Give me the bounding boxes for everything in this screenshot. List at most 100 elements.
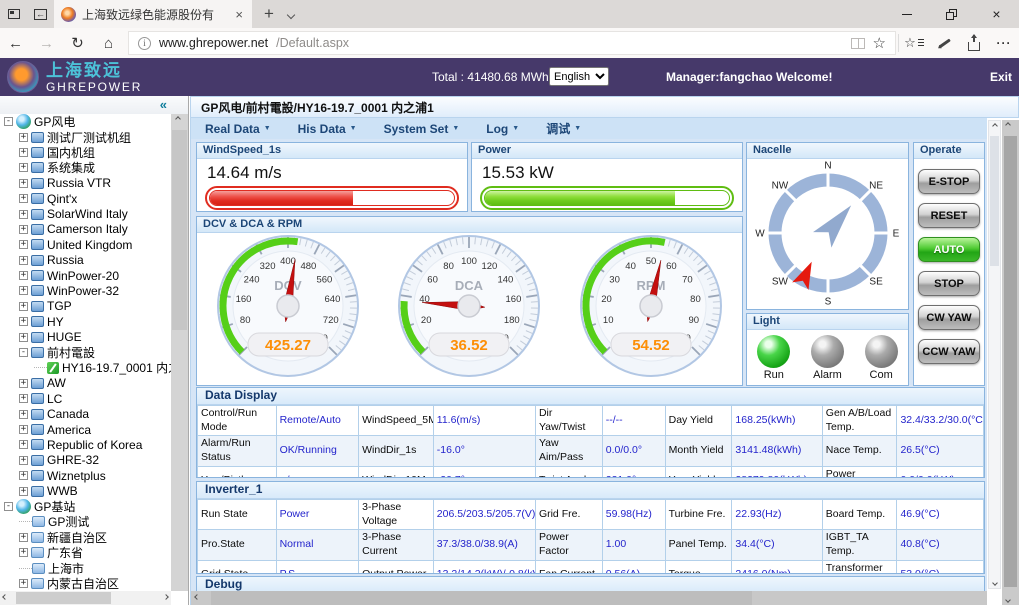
tree-item[interactable]: +Camerson Italy — [0, 222, 171, 237]
tree-expander-icon[interactable]: + — [19, 302, 28, 311]
menu-item-log[interactable]: Log▼ — [486, 122, 519, 136]
close-button[interactable]: × — [974, 0, 1019, 28]
tree-expander-icon[interactable]: + — [19, 256, 28, 265]
language-select[interactable]: English — [549, 67, 609, 86]
tree-item[interactable]: +HY — [0, 314, 171, 329]
reset-button[interactable]: RESET — [918, 203, 980, 228]
tree-expander-icon[interactable]: + — [19, 579, 28, 588]
tree-item[interactable]: +WWB — [0, 483, 171, 498]
tree-expander-icon[interactable]: + — [19, 271, 28, 280]
tree-item[interactable]: +国内机组 — [0, 145, 171, 160]
annotate-pen-icon[interactable] — [929, 28, 959, 58]
ccw-yaw-button[interactable]: CCW YAW — [918, 339, 980, 364]
tree-expander-icon[interactable]: - — [4, 117, 13, 126]
tree-expander-icon[interactable]: + — [19, 440, 28, 449]
auto-button[interactable]: AUTO — [918, 237, 980, 262]
sidebar-collapse-icon[interactable]: « — [160, 97, 167, 112]
tree-item[interactable]: +广东省 — [0, 545, 171, 560]
new-tab-button[interactable]: + — [264, 4, 274, 24]
tree-expander-icon[interactable]: - — [19, 348, 28, 357]
forward-icon[interactable]: → — [31, 35, 62, 52]
tree-expander-icon[interactable]: + — [19, 286, 28, 295]
tree-item[interactable]: +WinPower-32 — [0, 283, 171, 298]
tree-expander-icon[interactable]: + — [19, 394, 28, 403]
tab-preview-icon[interactable] — [0, 0, 27, 28]
inner-vertical-scrollbar[interactable] — [988, 120, 1001, 589]
refresh-icon[interactable]: ↻ — [62, 34, 93, 52]
tree-item[interactable]: +AW — [0, 376, 171, 391]
page-vertical-scrollbar[interactable] — [1002, 120, 1019, 605]
tree-item[interactable]: HY16-19.7_0001 内之 — [0, 360, 171, 375]
minimize-button[interactable] — [884, 0, 929, 28]
browser-tab[interactable]: 上海致远绿色能源股份有 × — [54, 0, 252, 28]
menu-item-his-data[interactable]: His Data▼ — [298, 122, 357, 136]
tree-expander-icon[interactable]: + — [19, 471, 28, 480]
tree-expander-icon[interactable]: + — [19, 133, 28, 142]
sidebar-horizontal-scrollbar[interactable] — [0, 591, 171, 605]
tree-expander-icon[interactable]: + — [19, 194, 28, 203]
tree-item[interactable]: +Canada — [0, 406, 171, 421]
home-icon[interactable]: ⌂ — [93, 35, 124, 52]
tree-expander-icon[interactable]: + — [19, 225, 28, 234]
tree-item[interactable]: +United Kingdom — [0, 237, 171, 252]
tree-item[interactable]: GP测试 — [0, 514, 171, 529]
cw-yaw-button[interactable]: CW YAW — [918, 305, 980, 330]
more-menu-icon[interactable]: ··· — [989, 28, 1019, 58]
menu-item-real-data[interactable]: Real Data▼ — [205, 122, 271, 136]
tree-expander-icon[interactable]: + — [19, 548, 28, 557]
tree-expander-icon[interactable]: - — [4, 502, 13, 511]
tree-item[interactable]: -前村電設 — [0, 345, 171, 360]
tree-item[interactable]: +Russia — [0, 253, 171, 268]
tree-expander-icon[interactable]: + — [19, 379, 28, 388]
address-bar[interactable]: i www.ghrepower.net/Default.aspx ☆ — [128, 31, 896, 55]
tree-item[interactable]: -GP基站 — [0, 499, 171, 514]
tree-item[interactable]: +GHRE-32 — [0, 453, 171, 468]
tree-item[interactable]: +WinPower-20 — [0, 268, 171, 283]
tree-item[interactable]: +新疆自治区 — [0, 530, 171, 545]
gauge-rpm: 0102030405060708090100RPM54.52 — [573, 234, 729, 387]
tree-expander-icon[interactable]: + — [19, 240, 28, 249]
back-icon[interactable]: ← — [0, 35, 31, 52]
restore-button[interactable] — [929, 0, 974, 28]
tree-item[interactable]: +测试厂测试机组 — [0, 129, 171, 144]
tree-expander-icon[interactable]: + — [19, 533, 28, 542]
tree-item[interactable]: +SolarWind Italy — [0, 206, 171, 221]
set-tabs-aside-icon[interactable]: ← — [27, 0, 54, 28]
tree-expander-icon[interactable]: + — [19, 210, 28, 219]
tree-item[interactable]: 上海市 — [0, 560, 171, 575]
tree-item[interactable]: +Qint'x — [0, 191, 171, 206]
favorite-star-icon[interactable]: ☆ — [873, 36, 886, 51]
tree-expander-icon[interactable]: + — [19, 456, 28, 465]
stop-button[interactable]: STOP — [918, 271, 980, 296]
e-stop-button[interactable]: E-STOP — [918, 169, 980, 194]
tree-expander-icon[interactable]: + — [19, 425, 28, 434]
menu-item-[interactable]: 调试▼ — [546, 120, 581, 137]
share-icon[interactable] — [959, 28, 989, 58]
tree-item[interactable]: +内蒙古自治区 — [0, 576, 171, 591]
cell-label: Gen A/B/Load Temp. — [822, 406, 897, 436]
tree-item[interactable]: +LC — [0, 391, 171, 406]
tree-item[interactable]: +Republic of Korea — [0, 437, 171, 452]
tree-item[interactable]: +Wiznetplus — [0, 468, 171, 483]
tree-expander-icon[interactable]: + — [19, 179, 28, 188]
tree-item[interactable]: +Russia VTR — [0, 176, 171, 191]
tree-expander-icon[interactable]: + — [19, 148, 28, 157]
favorites-list-icon[interactable]: ☆ — [899, 28, 929, 58]
tree-expander-icon[interactable]: + — [19, 317, 28, 326]
tree-expander-icon[interactable]: + — [19, 410, 28, 419]
info-icon[interactable]: i — [138, 37, 151, 50]
tree-expander-icon[interactable]: + — [19, 163, 28, 172]
sidebar-vertical-scrollbar[interactable] — [171, 114, 188, 591]
menu-item-system-set[interactable]: System Set▼ — [384, 122, 460, 136]
tree-item[interactable]: +系统集成 — [0, 160, 171, 175]
tree-expander-icon[interactable]: + — [19, 333, 28, 342]
tree-expander-icon[interactable]: + — [19, 487, 28, 496]
tab-close-icon[interactable]: × — [233, 7, 245, 22]
tree-item[interactable]: +HUGE — [0, 329, 171, 344]
main-horizontal-scrollbar[interactable] — [191, 591, 987, 605]
tab-list-dropdown-icon[interactable] — [288, 7, 294, 21]
tree-item[interactable]: +TGP — [0, 299, 171, 314]
exit-link[interactable]: Exit — [990, 70, 1012, 84]
tree-item[interactable]: -GP风电 — [0, 114, 171, 129]
tree-item[interactable]: +America — [0, 422, 171, 437]
